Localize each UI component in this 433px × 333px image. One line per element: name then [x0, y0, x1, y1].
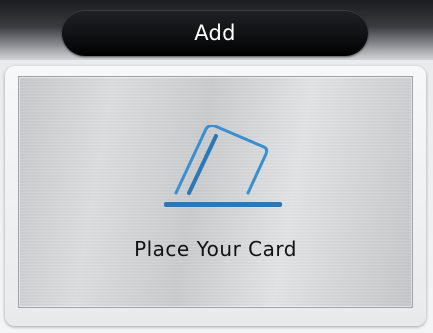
card-icon-base [164, 202, 282, 207]
page-title: Add [194, 21, 236, 45]
title-pill: Add [62, 10, 368, 56]
card-swipe-icon [164, 125, 282, 207]
card-icon-outline [174, 125, 269, 195]
card-icon-stripe [187, 134, 218, 195]
top-bar: Add [0, 0, 433, 60]
place-card-prompt: Place Your Card [134, 237, 297, 261]
card-reader-panel: Place Your Card [18, 76, 413, 308]
